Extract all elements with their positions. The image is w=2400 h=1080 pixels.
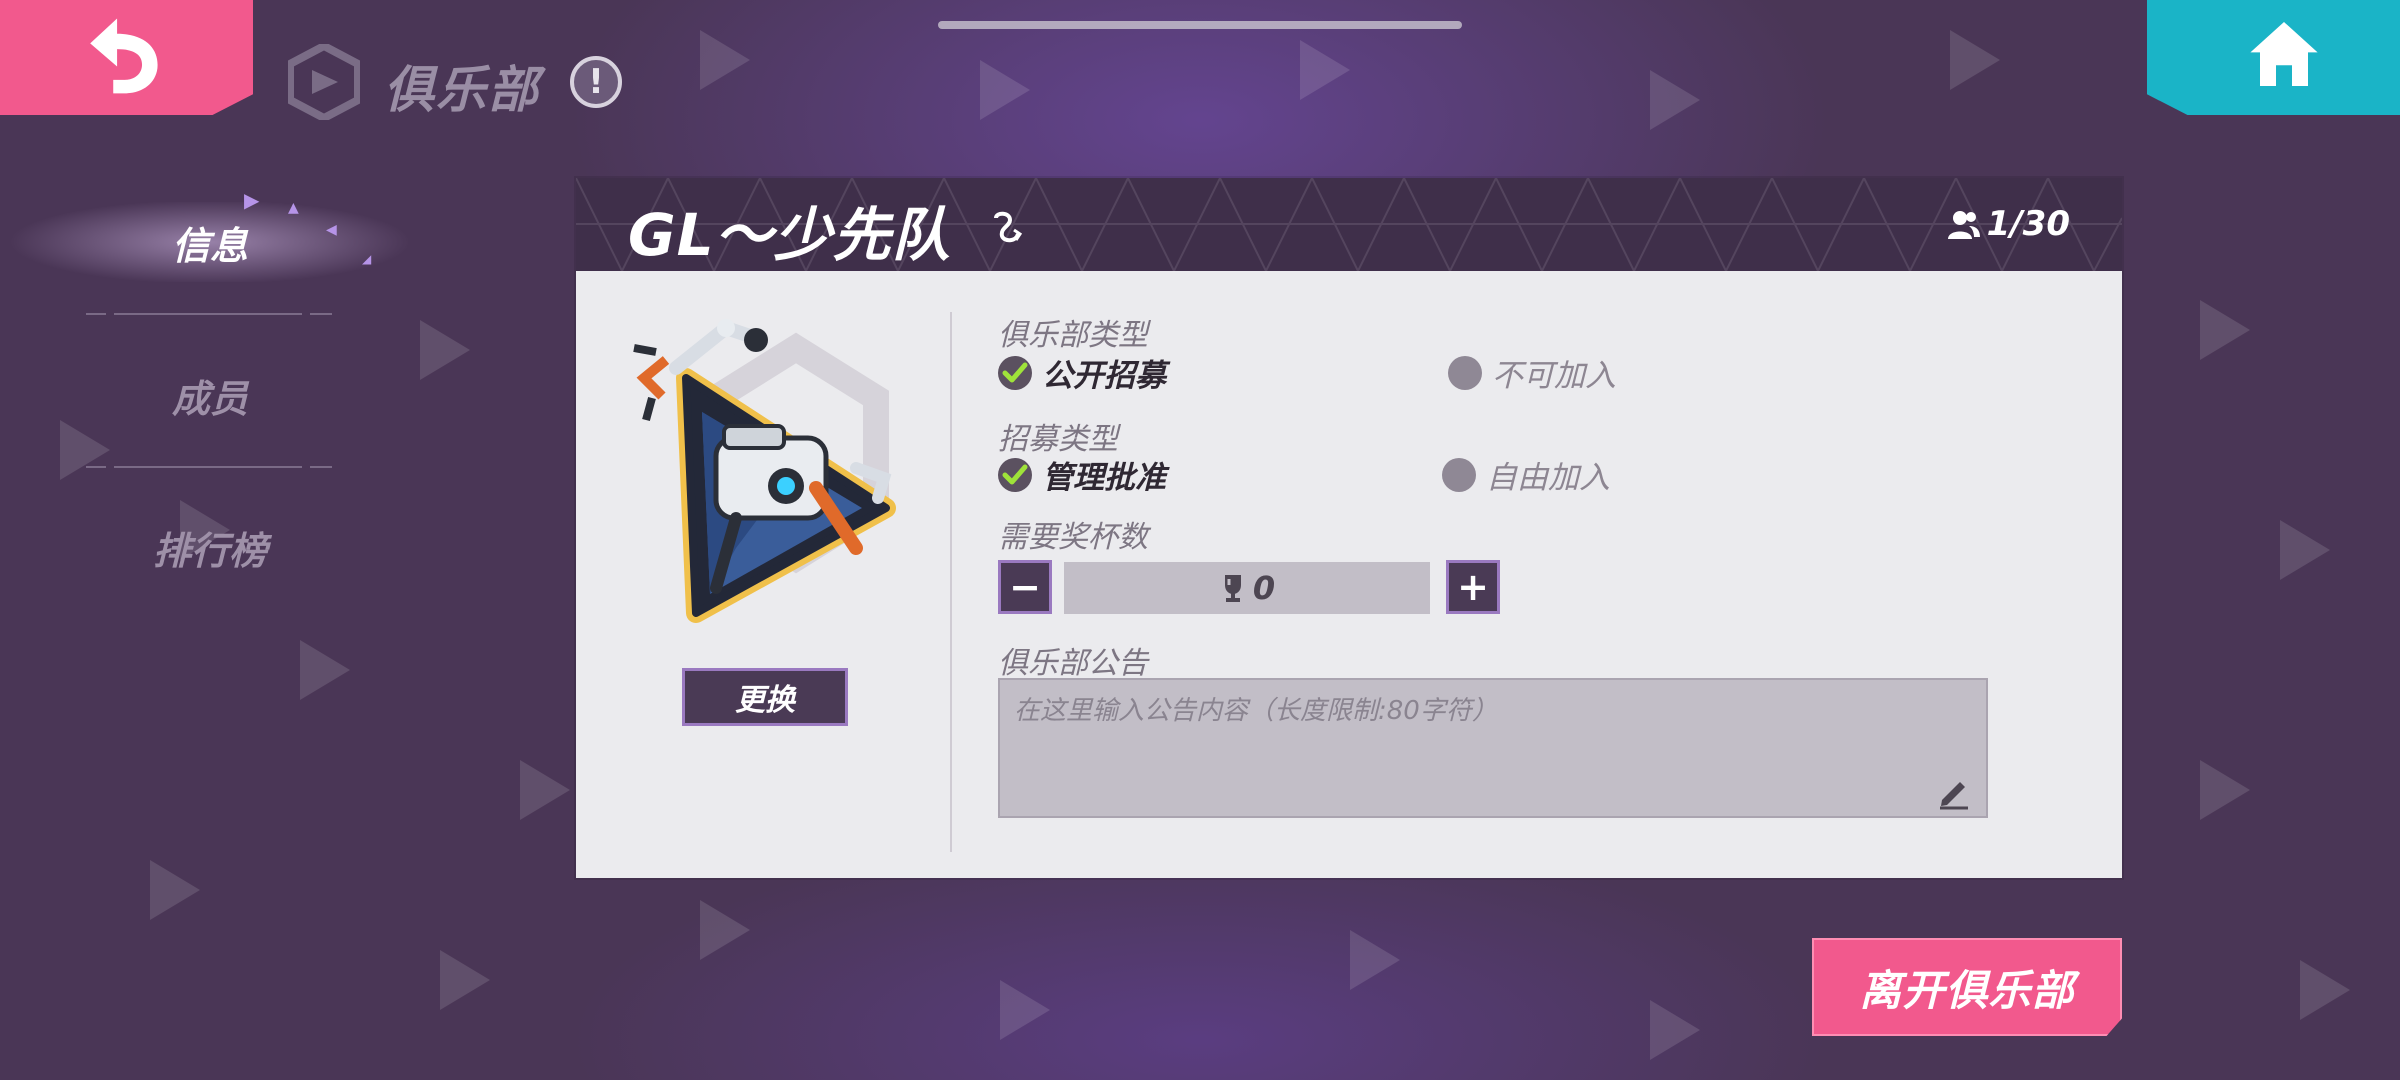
sidebar-item-label: 成员 (171, 376, 248, 421)
radio-icon (1442, 457, 1476, 492)
plus-label: + (1457, 565, 1489, 609)
minus-label: − (1009, 565, 1041, 609)
recruit-type-option-free[interactable]: 自由加入 (1442, 452, 1610, 497)
trophy-plus-button[interactable]: + (1446, 560, 1500, 614)
club-type-option-closed[interactable]: 不可加入 (1448, 350, 1616, 395)
member-count-value: 1/30 (1986, 204, 2070, 244)
home-button[interactable] (2147, 0, 2400, 115)
option-label: 自由加入 (1486, 460, 1610, 496)
leave-club-button[interactable]: 离开俱乐部 (1812, 938, 2122, 1036)
change-avatar-button[interactable]: 更换 (682, 668, 848, 726)
back-arrow-icon (89, 17, 158, 93)
edit-name-icon[interactable] (988, 208, 1028, 248)
club-avatar (633, 319, 896, 623)
club-type-option-public[interactable]: 公开招募 (998, 350, 1166, 395)
option-label: 不可加入 (1492, 358, 1616, 394)
notice-input[interactable]: 在这里输入公告内容（长度限制:80字符） (998, 678, 1988, 818)
club-name: GL～少先队 (628, 201, 951, 269)
check-icon (998, 355, 1032, 390)
trophy-minus-button[interactable]: − (998, 560, 1052, 614)
club-logo-icon (288, 44, 360, 120)
menu-divider (86, 313, 332, 315)
menu-divider (86, 466, 332, 468)
back-button[interactable] (0, 0, 253, 115)
radio-icon (1448, 355, 1482, 390)
members-icon (1947, 211, 1980, 239)
leave-club-label: 离开俱乐部 (1859, 965, 2075, 1015)
club-info-panel: GL～少先队 1/30 更换 俱乐部类型 公开招募 不可加入 招募类型 管理批准… (576, 178, 2122, 878)
option-label: 公开招募 (1042, 358, 1166, 394)
trophy-value-field: 0 (1064, 562, 1430, 614)
change-avatar-label: 更换 (735, 683, 795, 718)
option-label: 管理批准 (1042, 460, 1166, 496)
panel-header: GL～少先队 1/30 (576, 178, 2122, 271)
trophy-icon (1224, 575, 1241, 602)
notice-label: 俱乐部公告 (998, 646, 1148, 681)
notice-placeholder: 在这里输入公告内容（长度限制:80字符） (1014, 696, 1498, 726)
vertical-divider (950, 312, 952, 852)
trophy-requirement-label: 需要奖杯数 (998, 520, 1148, 555)
sidebar-item-label: 排行榜 (152, 528, 267, 573)
recruit-type-option-approval[interactable]: 管理批准 (998, 452, 1166, 497)
club-type-label: 俱乐部类型 (998, 318, 1148, 353)
home-icon (2249, 21, 2318, 86)
sidebar-item-members[interactable]: 成员 (0, 345, 420, 445)
info-icon[interactable]: ! (570, 56, 622, 108)
info-icon-symbol: ! (588, 62, 604, 102)
sidebar-item-leaderboard[interactable]: 排行榜 (0, 497, 420, 597)
sidebar-item-info[interactable]: 信息 (0, 192, 430, 292)
sidebar-item-label: 信息 (171, 223, 248, 268)
pencil-icon[interactable] (1936, 774, 1972, 810)
check-icon (998, 457, 1032, 492)
top-pull-bar[interactable] (938, 21, 1462, 29)
page-title: 俱乐部 (384, 61, 540, 119)
member-count: 1/30 (1947, 204, 2070, 244)
trophy-value: 0 (1252, 569, 1276, 607)
